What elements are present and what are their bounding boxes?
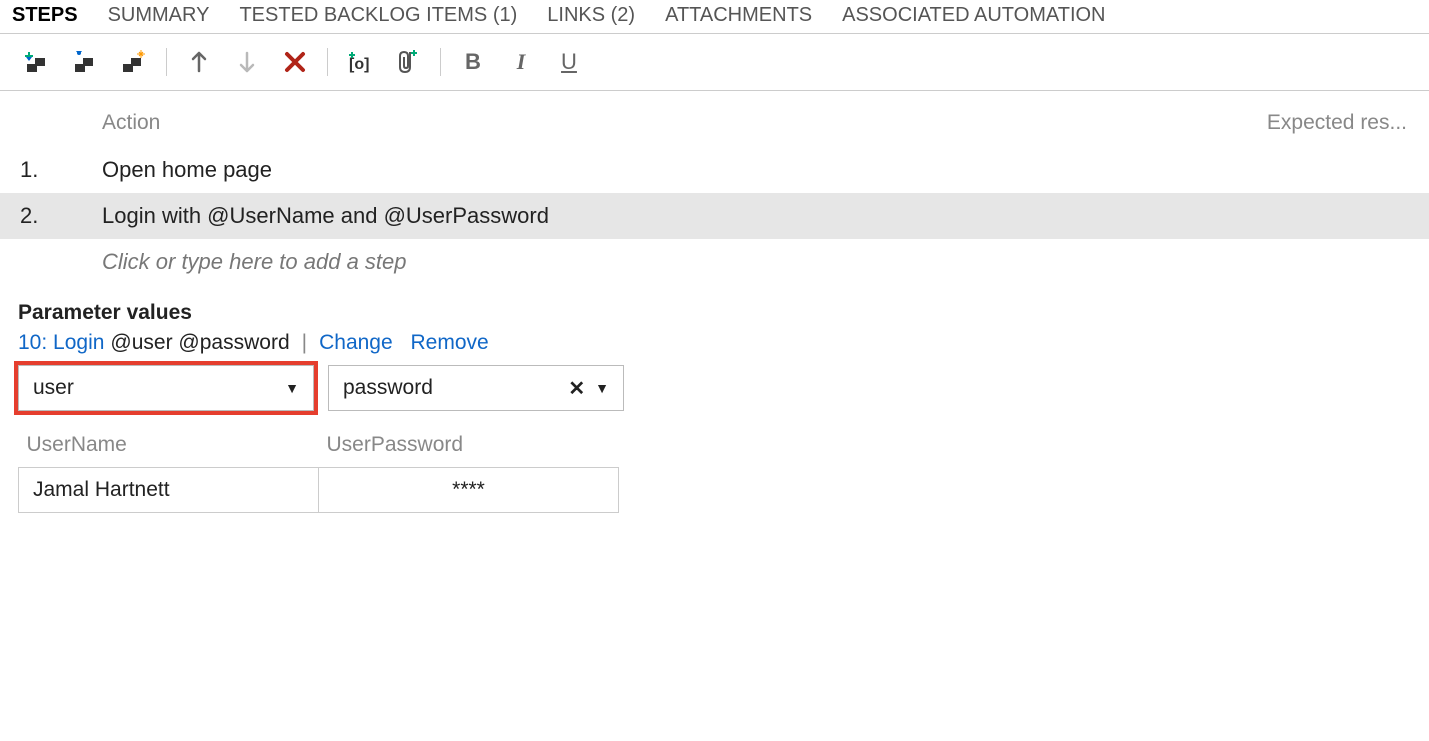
parameter-mapping-dropdown-password[interactable]: password ✕ ▼ bbox=[328, 365, 624, 411]
parameter-values-table: UserName UserPassword Jamal Hartnett ***… bbox=[18, 425, 619, 513]
step-action-cell[interactable]: Open home page bbox=[102, 157, 1417, 183]
separator: | bbox=[302, 331, 307, 355]
tab-steps[interactable]: STEPS bbox=[12, 4, 78, 27]
clear-icon[interactable]: ✕ bbox=[568, 376, 585, 401]
attach-icon[interactable] bbox=[388, 44, 428, 80]
tab-bar: STEPS SUMMARY TESTED BACKLOG ITEMS (1) L… bbox=[0, 0, 1429, 34]
toolbar-separator bbox=[440, 48, 441, 76]
param-column-header: UserPassword bbox=[319, 425, 619, 468]
param-cell-username[interactable]: Jamal Hartnett bbox=[19, 468, 319, 513]
italic-icon[interactable]: I bbox=[501, 44, 541, 80]
column-header-expected: Expected res... bbox=[1237, 111, 1417, 135]
new-step-icon[interactable] bbox=[114, 44, 154, 80]
steps-grid: Action Expected res... 1. Open home page… bbox=[0, 91, 1429, 285]
move-up-icon[interactable] bbox=[179, 44, 219, 80]
step-action-cell[interactable]: Login with @UserName and @UserPassword bbox=[102, 203, 1417, 229]
step-row[interactable]: 1. Open home page bbox=[0, 147, 1429, 193]
step-number: 2. bbox=[12, 203, 102, 229]
param-column-header: UserName bbox=[19, 425, 319, 468]
dropdown-value: user bbox=[33, 376, 74, 400]
toolbar: [ο] B I U bbox=[0, 34, 1429, 91]
insert-parameter-icon[interactable]: [ο] bbox=[340, 44, 380, 80]
parameter-mapping-dropdown-user[interactable]: user ▼ bbox=[18, 365, 314, 411]
change-link[interactable]: Change bbox=[319, 331, 393, 355]
toolbar-separator bbox=[327, 48, 328, 76]
svg-text:[ο]: [ο] bbox=[349, 56, 369, 73]
parameter-values-title: Parameter values bbox=[18, 301, 1411, 325]
tab-associated-automation[interactable]: ASSOCIATED AUTOMATION bbox=[842, 4, 1105, 27]
remove-link[interactable]: Remove bbox=[411, 331, 489, 355]
toolbar-separator bbox=[166, 48, 167, 76]
insert-step-icon[interactable] bbox=[18, 44, 58, 80]
chevron-down-icon: ▼ bbox=[285, 380, 299, 396]
add-step-placeholder[interactable]: Click or type here to add a step bbox=[0, 239, 1429, 285]
bold-icon[interactable]: B bbox=[453, 44, 493, 80]
parameter-values-section: Parameter values 10: Login @user @passwo… bbox=[0, 285, 1429, 523]
step-number: 1. bbox=[12, 157, 102, 183]
dropdown-value: password bbox=[343, 376, 433, 400]
column-header-action: Action bbox=[102, 111, 1237, 135]
shared-parameter-suffix: @user @password bbox=[110, 331, 289, 355]
delete-icon[interactable] bbox=[275, 44, 315, 80]
shared-parameter-link[interactable]: 10: Login bbox=[18, 331, 104, 355]
step-row[interactable]: 2. Login with @UserName and @UserPasswor… bbox=[0, 193, 1429, 239]
tab-links[interactable]: LINKS (2) bbox=[547, 4, 635, 27]
tab-attachments[interactable]: ATTACHMENTS bbox=[665, 4, 812, 27]
insert-step-after-icon[interactable] bbox=[66, 44, 106, 80]
tab-tested-backlog-items[interactable]: TESTED BACKLOG ITEMS (1) bbox=[239, 4, 517, 27]
move-down-icon[interactable] bbox=[227, 44, 267, 80]
underline-icon[interactable]: U bbox=[549, 44, 589, 80]
param-cell-password[interactable]: **** bbox=[319, 468, 619, 513]
tab-summary[interactable]: SUMMARY bbox=[108, 4, 210, 27]
chevron-down-icon: ▼ bbox=[595, 380, 609, 396]
